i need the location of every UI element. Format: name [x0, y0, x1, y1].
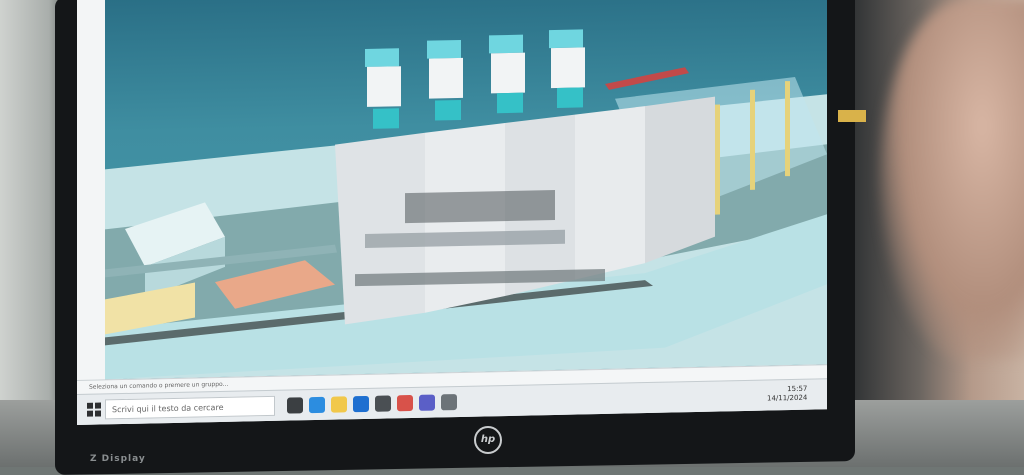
taskbar-clock[interactable]: 15:57 14/11/2024 — [767, 385, 807, 404]
folder-icon[interactable] — [331, 396, 347, 413]
task-view-icon[interactable] — [287, 397, 303, 414]
settings-icon[interactable] — [441, 394, 457, 411]
store-icon[interactable] — [375, 395, 391, 412]
start-icon[interactable] — [87, 402, 101, 417]
hp-logo: hp — [474, 426, 502, 454]
app-icon[interactable] — [397, 394, 413, 412]
display-brand-label: Z Display — [90, 454, 146, 464]
app-side-panel[interactable] — [77, 0, 106, 380]
teams-icon[interactable] — [419, 394, 435, 411]
red-rail — [605, 67, 689, 90]
status-text: Seleziona un comando o premere un gruppo… — [89, 380, 229, 391]
cad-scene — [105, 29, 827, 380]
mail-icon[interactable] — [353, 395, 369, 413]
clock-date: 14/11/2024 — [767, 393, 808, 403]
sticker-label — [838, 110, 866, 122]
cyan-heads — [365, 29, 585, 129]
monitor-screen: Seleziona un comando o premere un gruppo… — [77, 0, 827, 426]
taskbar-search-input[interactable]: Scrivi qui il testo da cercare — [105, 395, 275, 420]
3d-viewport[interactable] — [105, 0, 827, 380]
edge-icon[interactable] — [309, 396, 325, 414]
